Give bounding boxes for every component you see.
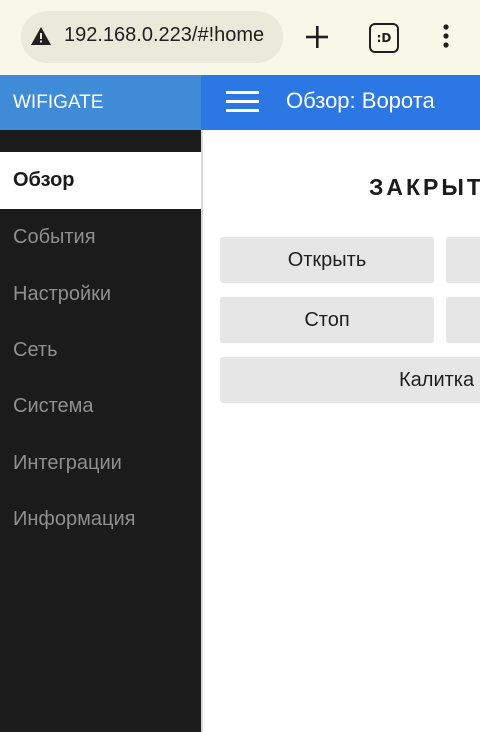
hamburger-menu-icon[interactable] (226, 91, 259, 113)
sidebar-item-integrations[interactable]: Интеграции (0, 435, 201, 492)
tab-switcher-button[interactable]: :D (369, 23, 399, 53)
sidebar-item-system[interactable]: Система (0, 378, 201, 435)
browser-toolbar: 192.168.0.223/#!home :D (0, 0, 480, 75)
control-button[interactable] (446, 297, 480, 343)
open-button[interactable]: Открыть (220, 237, 434, 283)
wicket-button[interactable]: Калитка (220, 357, 480, 403)
url-text[interactable]: 192.168.0.223/#!home (64, 24, 264, 47)
gate-status: ЗАКРЫТ (369, 174, 480, 200)
sidebar-item-information[interactable]: Информация (0, 491, 201, 548)
stop-button[interactable]: Стоп (220, 297, 434, 343)
brand-title[interactable]: WIFIGATE (0, 75, 201, 130)
sidebar-item-network[interactable]: Сеть (0, 322, 201, 379)
sidebar-item-events[interactable]: События (0, 209, 201, 266)
sidebar: WIFIGATE Обзор События Настройки Сеть Си… (0, 75, 201, 732)
close-button[interactable] (446, 237, 480, 283)
page-title: Обзор: Ворота (286, 88, 435, 113)
main-header: Обзор: Ворота (201, 75, 480, 130)
more-vert-icon[interactable] (436, 22, 456, 52)
warning-icon[interactable] (30, 26, 52, 46)
sidebar-item-settings[interactable]: Настройки (0, 266, 201, 323)
main-content: ЗАКРЫТ Открыть Стоп Калитка (201, 130, 480, 732)
new-tab-icon[interactable] (302, 22, 332, 52)
address-bar[interactable]: 192.168.0.223/#!home (21, 11, 283, 63)
sidebar-item-overview[interactable]: Обзор (0, 152, 201, 209)
